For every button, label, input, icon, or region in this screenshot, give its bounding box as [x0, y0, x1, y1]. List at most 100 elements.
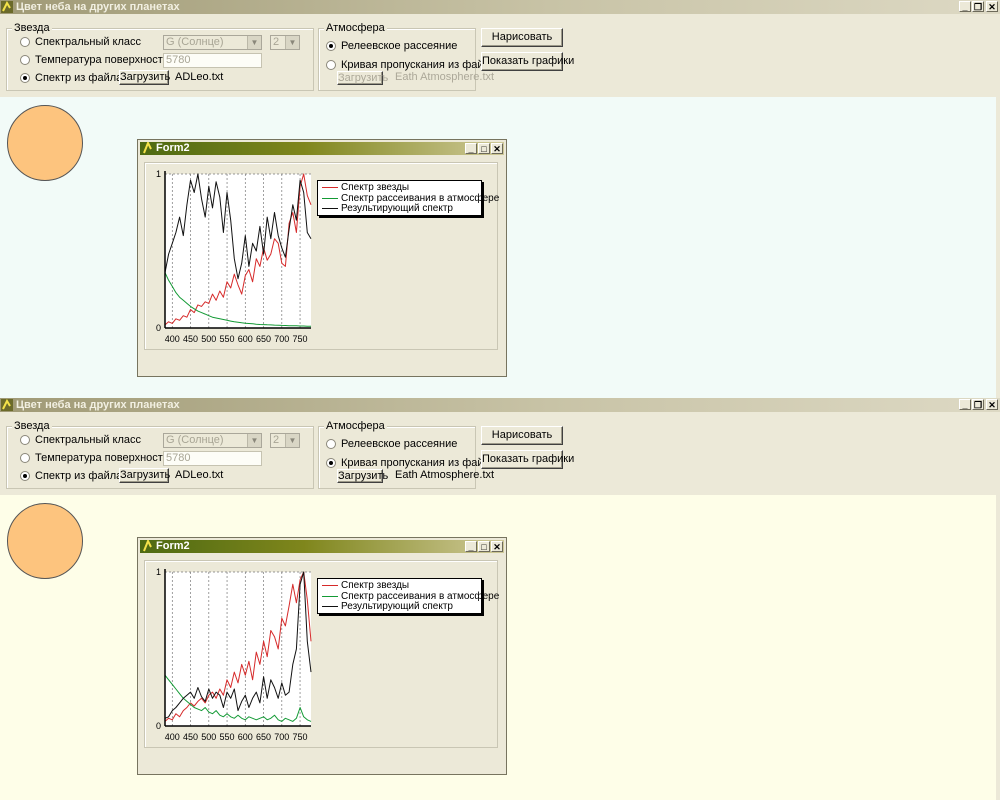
close-icon[interactable]: ✕	[986, 399, 998, 410]
x-tick-label: 750	[293, 732, 308, 742]
form2-title: Form2	[156, 540, 190, 552]
x-tick-label: 650	[256, 732, 271, 742]
radio-label: Спектральный класс	[35, 434, 142, 446]
legend-label: Спектр звезды	[341, 182, 410, 193]
app-icon	[1, 399, 13, 411]
sky-canvas: Form2 _ □ ✕ 400 450 500 550 600 650 700 750 0 1 С…	[0, 495, 996, 800]
radio-indicator[interactable]	[20, 453, 30, 463]
radio-indicator[interactable]	[20, 37, 30, 47]
radio-indicator[interactable]	[20, 471, 30, 481]
chart-legend: Спектр звезды Спектр рассеивания в атмос…	[317, 180, 499, 216]
star-group: Звезда Спектральный класс Температура по…	[6, 22, 314, 91]
legend-label: Результирующий спектр	[341, 203, 453, 214]
atmosphere-file-name: Eath Atmosphere.txt	[395, 71, 495, 83]
y-tick-label: 1	[156, 567, 161, 577]
legend-swatch	[322, 606, 338, 607]
temperature-value: 5780	[166, 54, 191, 66]
subclass-combo[interactable]: 2 ▼	[270, 433, 300, 448]
app-icon	[1, 1, 13, 13]
x-tick-label: 600	[238, 732, 253, 742]
close-icon[interactable]: ✕	[491, 143, 503, 154]
combo-value: 2	[273, 36, 280, 48]
form2-window: Form2 _ □ ✕ 400 450 500 550 600 650 700 750 0 1 С…	[137, 537, 507, 775]
window-title: Цвет неба на других планетах	[16, 399, 180, 411]
show-charts-button[interactable]: Показать графики	[481, 450, 574, 469]
radio-indicator[interactable]	[326, 60, 336, 70]
minimize-icon[interactable]: _	[959, 399, 971, 410]
star-disk	[7, 105, 83, 181]
radio-label: Релеевское рассеяние	[341, 40, 458, 52]
subclass-combo[interactable]: 2 ▼	[270, 35, 300, 50]
draw-button[interactable]: Нарисовать	[481, 426, 563, 445]
x-tick-label: 700	[274, 732, 289, 742]
form2-title-bar[interactable]: Form2 _ □ ✕	[140, 142, 504, 155]
radio-indicator[interactable]	[20, 73, 30, 83]
temperature-input[interactable]: 5780	[163, 53, 262, 68]
chevron-down-icon[interactable]: ▼	[285, 434, 299, 447]
minimize-icon[interactable]: _	[465, 143, 477, 154]
chevron-down-icon[interactable]: ▼	[247, 434, 261, 447]
star-disk	[7, 503, 83, 579]
x-tick-label: 550	[220, 334, 235, 344]
x-tick-label: 500	[201, 732, 216, 742]
form2-window: Form2 _ □ ✕ 400 450 500 550 600 650 700 750 0 1 С…	[137, 139, 507, 377]
radio-indicator[interactable]	[20, 55, 30, 65]
radio-label: Спектральный класс	[35, 36, 142, 48]
star-file-name: ADLeo.txt	[175, 469, 224, 481]
form2-title-bar[interactable]: Form2 _ □ ✕	[140, 540, 504, 553]
radio-label: Температура поверхности	[35, 452, 169, 464]
legend-swatch	[322, 198, 338, 199]
atmosphere-group: Атмосфера Релеевское рассеяние Кривая пр…	[318, 420, 496, 489]
x-tick-label: 500	[201, 334, 216, 344]
spectral-class-combo[interactable]: G (Солнце) ▼	[163, 433, 262, 448]
atmosphere-load-button[interactable]: Загрузить	[337, 71, 388, 85]
x-tick-label: 700	[274, 334, 289, 344]
radio-indicator[interactable]	[326, 41, 336, 51]
x-tick-label: 400	[165, 334, 180, 344]
radio-indicator[interactable]	[326, 458, 336, 468]
star-load-button[interactable]: Загрузить	[119, 70, 170, 85]
chevron-down-icon[interactable]: ▼	[285, 36, 299, 49]
radio-label: Кривая пропускания из файла	[341, 59, 497, 71]
legend-swatch	[322, 585, 338, 586]
plot-area	[165, 174, 311, 328]
restore-icon[interactable]: ❐	[972, 399, 984, 410]
x-tick-label: 750	[293, 334, 308, 344]
maximize-icon[interactable]: □	[478, 541, 490, 552]
show-charts-button[interactable]: Показать графики	[481, 52, 574, 71]
maximize-icon[interactable]: □	[478, 143, 490, 154]
close-icon[interactable]: ✕	[491, 541, 503, 552]
temperature-value: 5780	[166, 452, 191, 464]
radio-label: Кривая пропускания из файла	[341, 457, 497, 469]
spectrum-chart: 400 450 500 550 600 650 700 750 0 1	[156, 567, 312, 742]
spectrum-chart: 400 450 500 550 600 650 700 750 0 1	[156, 169, 312, 344]
minimize-icon[interactable]: _	[959, 1, 971, 12]
close-icon[interactable]: ✕	[986, 1, 998, 12]
plot-area	[165, 572, 311, 726]
chevron-down-icon[interactable]: ▼	[247, 36, 261, 49]
spectral-class-combo[interactable]: G (Солнце) ▼	[163, 35, 262, 50]
atmosphere-group-label: Атмосфера	[324, 420, 387, 432]
x-tick-label: 650	[256, 334, 271, 344]
atmosphere-file-name: Eath Atmosphere.txt	[395, 469, 495, 481]
star-file-name: ADLeo.txt	[175, 71, 224, 83]
combo-value: 2	[273, 434, 280, 446]
app-icon	[143, 142, 152, 154]
x-tick-label: 450	[183, 732, 198, 742]
radio-indicator[interactable]	[20, 435, 30, 445]
app-icon	[143, 540, 152, 552]
restore-icon[interactable]: ❐	[972, 1, 984, 12]
temperature-input[interactable]: 5780	[163, 451, 262, 466]
y-tick-label: 1	[156, 169, 161, 179]
minimize-icon[interactable]: _	[465, 541, 477, 552]
title-bar[interactable]: Цвет неба на других планетах _ ❐ ✕	[0, 398, 1000, 412]
chart-legend: Спектр звезды Спектр рассеивания в атмос…	[317, 578, 499, 614]
radio-label: Спектр из файла	[35, 72, 123, 84]
legend-swatch	[322, 208, 338, 209]
app-window-2: Цвет неба на других планетах _ ❐ ✕ Звезд…	[0, 398, 1000, 800]
radio-indicator[interactable]	[326, 439, 336, 449]
atmosphere-load-button[interactable]: Загрузить	[337, 469, 388, 483]
title-bar[interactable]: Цвет неба на других планетах _ ❐ ✕	[0, 0, 1000, 14]
draw-button[interactable]: Нарисовать	[481, 28, 563, 47]
star-load-button[interactable]: Загрузить	[119, 468, 170, 483]
